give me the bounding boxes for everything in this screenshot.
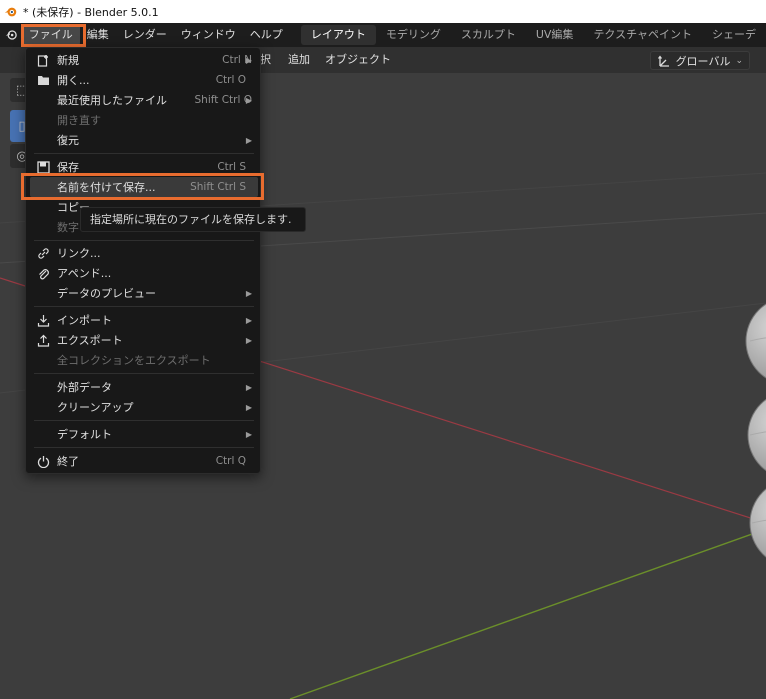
tab-shading[interactable]: シェーデ <box>702 25 766 45</box>
sphere-object[interactable] <box>745 297 766 385</box>
top-bar: ファイル 編集 レンダー ウィンドウ ヘルプ レイアウト モデリング スカルプト… <box>0 23 766 47</box>
menu-item-link[interactable]: リンク... <box>30 243 258 263</box>
menu-item-new[interactable]: 新規 Ctrl N ▶ <box>30 50 258 70</box>
menu-item-quit[interactable]: 終了 Ctrl Q <box>30 451 258 471</box>
folder-icon <box>32 74 54 86</box>
submenu-arrow-icon: ▶ <box>245 55 252 65</box>
menu-window[interactable]: ウィンドウ <box>174 24 243 46</box>
menu-item-recent[interactable]: 最近使用したファイル Shift Ctrl O ▶ <box>30 90 258 110</box>
submenu-arrow-icon: ▶ <box>245 402 252 412</box>
submenu-arrow-icon: ▶ <box>245 288 252 298</box>
menu-render[interactable]: レンダー <box>116 24 174 46</box>
transform-orientation-dropdown[interactable]: グローバル ⌄ <box>649 51 750 70</box>
append-icon <box>32 267 54 280</box>
tab-texture-paint[interactable]: テクスチャペイント <box>583 25 702 45</box>
menu-item-append[interactable]: アペンド... <box>30 263 258 283</box>
menu-edit[interactable]: 編集 <box>80 24 116 46</box>
link-icon <box>32 247 54 260</box>
submenu-arrow-icon: ▶ <box>245 95 252 105</box>
menu-separator <box>34 373 254 374</box>
submenu-arrow-icon: ▶ <box>245 135 252 145</box>
tab-uv-editing[interactable]: UV編集 <box>526 25 584 45</box>
save-icon <box>32 160 54 174</box>
sphere-objects[interactable] <box>745 297 766 567</box>
menu-item-cleanup[interactable]: クリーンアップ ▶ <box>30 397 258 417</box>
tooltip-text: 指定場所に現在のファイルを保存します. <box>90 213 292 226</box>
submenu-arrow-icon: ▶ <box>245 429 252 439</box>
menu-item-revert[interactable]: 開き直す <box>30 110 258 130</box>
menu-help[interactable]: ヘルプ <box>243 24 290 46</box>
menu-item-save-as[interactable]: 名前を付けて保存... Shift Ctrl S <box>30 177 258 197</box>
menu-add[interactable]: 追加 <box>288 47 310 73</box>
menu-item-import[interactable]: インポート ▶ <box>30 310 258 330</box>
menu-item-defaults[interactable]: デフォルト ▶ <box>30 424 258 444</box>
orientation-label: グローバル <box>675 54 731 68</box>
blender-logo-icon <box>4 7 17 16</box>
submenu-arrow-icon: ▶ <box>245 382 252 392</box>
menu-separator <box>34 306 254 307</box>
menu-item-recover[interactable]: 復元 ▶ <box>30 130 258 150</box>
tab-sculpt[interactable]: スカルプト <box>451 25 526 45</box>
menu-select[interactable]: 択 <box>260 47 271 73</box>
submenu-arrow-icon: ▶ <box>245 315 252 325</box>
menu-item-open[interactable]: 開く... Ctrl O <box>30 70 258 90</box>
orientation-icon <box>657 55 669 67</box>
window-title: * (未保存) - Blender 5.0.1 <box>23 5 159 19</box>
menu-item-external-data[interactable]: 外部データ ▶ <box>30 377 258 397</box>
tab-modeling[interactable]: モデリング <box>376 25 451 45</box>
tab-layout[interactable]: レイアウト <box>300 25 376 45</box>
y-axis-line <box>289 528 766 699</box>
file-menu-dropdown: 新規 Ctrl N ▶ 開く... Ctrl O 最近使用したファイル Shif… <box>25 47 261 474</box>
menu-separator <box>34 153 254 154</box>
new-file-icon <box>32 54 54 67</box>
export-icon <box>32 334 54 347</box>
chevron-down-icon: ⌄ <box>735 55 743 66</box>
power-icon <box>32 455 54 468</box>
submenu-arrow-icon: ▶ <box>245 335 252 345</box>
menu-item-save[interactable]: 保存 Ctrl S <box>30 157 258 177</box>
menu-item-export[interactable]: エクスポート ▶ <box>30 330 258 350</box>
import-icon <box>32 314 54 327</box>
menu-item-data-previews[interactable]: データのプレビュー ▶ <box>30 283 258 303</box>
menu-file[interactable]: ファイル <box>21 24 80 46</box>
menu-object[interactable]: オブジェクト <box>325 47 391 73</box>
tooltip: 指定場所に現在のファイルを保存します. <box>80 207 306 232</box>
blender-menu-icon[interactable] <box>5 27 18 43</box>
menu-item-export-all-collections[interactable]: 全コレクションをエクスポート <box>30 350 258 370</box>
menu-separator <box>34 447 254 448</box>
window-titlebar: * (未保存) - Blender 5.0.1 <box>0 0 766 23</box>
menu-separator <box>34 240 254 241</box>
menu-separator <box>34 420 254 421</box>
